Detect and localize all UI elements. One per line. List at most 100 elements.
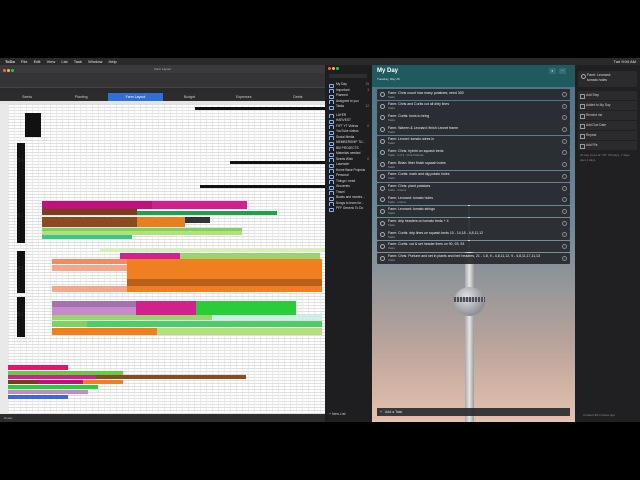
planting-block[interactable] [152, 201, 247, 209]
planting-block[interactable] [136, 301, 196, 315]
planting-block[interactable] [52, 321, 87, 327]
importance-star-icon[interactable] [562, 197, 567, 203]
importance-star-icon[interactable] [562, 255, 567, 261]
complete-checkbox[interactable] [380, 92, 385, 97]
task-item[interactable]: Farm: Curtis: mark and dig potato holes T… [377, 170, 570, 182]
task-item[interactable]: Farm: Curtis: tools to bring Tasks [377, 112, 570, 124]
minimize-window-button[interactable] [332, 67, 335, 70]
spreadsheet-ribbon[interactable] [0, 73, 325, 87]
planting-block[interactable] [137, 217, 185, 227]
complete-checkbox[interactable] [380, 162, 385, 168]
zoom-window-button[interactable] [11, 69, 14, 72]
importance-star-icon[interactable] [562, 127, 567, 133]
task-item[interactable]: Farm: Chris and Curtis cut all dirty lin… [377, 100, 570, 112]
planting-block[interactable] [42, 217, 137, 227]
task-item[interactable]: Farm: drip headers on tomato beds + 4 Tas… [377, 217, 570, 229]
task-item[interactable]: Farm: Brian: fiber finish squash holes Ta… [377, 159, 570, 171]
complete-checkbox[interactable] [380, 127, 385, 133]
menu-window[interactable]: Window [88, 58, 102, 65]
sheet-tab-debts[interactable]: Debts [271, 93, 325, 101]
planting-block[interactable] [127, 286, 322, 292]
menu-help[interactable]: Help [108, 58, 116, 65]
task-item[interactable]: Farm: Curtis: drip lines on squash beds … [377, 229, 570, 241]
planting-block[interactable] [196, 301, 296, 315]
task-item[interactable]: Farm: Curtis: cut & set header lines on … [377, 240, 570, 253]
task-detail-card[interactable]: Farm: Leonard: tomato holes [578, 71, 637, 87]
importance-star-icon[interactable] [562, 150, 567, 156]
detail-action[interactable]: Add File [578, 141, 637, 150]
importance-star-icon[interactable] [562, 138, 567, 144]
minimize-window-button[interactable] [7, 69, 10, 72]
complete-checkbox[interactable] [581, 74, 586, 79]
complete-checkbox[interactable] [380, 208, 385, 214]
detail-action[interactable]: Add Due Date [578, 121, 637, 130]
task-item[interactable]: Farm: Leonel: tomato wires in Tasks [377, 135, 570, 147]
planting-block[interactable] [100, 249, 325, 252]
spreadsheet-grid[interactable]: B4 B3 B2 B1 [0, 101, 325, 414]
planting-block[interactable] [185, 217, 210, 223]
planting-block[interactable] [212, 315, 322, 320]
planting-block[interactable] [52, 315, 212, 320]
complete-checkbox[interactable] [380, 103, 385, 109]
task-item[interactable]: Farm: Chris: hybrid on squash beds Tasks … [377, 147, 570, 159]
planting-block[interactable] [127, 279, 322, 286]
detail-action[interactable]: Remind me [578, 111, 637, 120]
importance-star-icon[interactable] [562, 243, 567, 249]
planting-block[interactable] [42, 235, 132, 239]
detail-action[interactable]: Added to My Day [578, 101, 637, 110]
menu-view[interactable]: View [47, 58, 56, 65]
task-item[interactable]: Farm: Warren & Leonard: finish Leonel fr… [377, 124, 570, 136]
importance-star-icon[interactable] [562, 162, 567, 168]
sheet-tab-budget[interactable]: Budget [163, 93, 217, 101]
complete-checkbox[interactable] [380, 138, 385, 144]
importance-star-icon[interactable] [562, 115, 567, 121]
importance-star-icon[interactable] [562, 185, 567, 191]
menu-edit[interactable]: Edit [34, 58, 41, 65]
detail-action[interactable]: Add Step [578, 91, 637, 100]
add-task-input[interactable]: + Add a Task [377, 408, 570, 416]
close-window-button[interactable] [328, 67, 331, 70]
planting-block[interactable] [42, 201, 152, 209]
app-menu[interactable]: ToDo [5, 58, 15, 65]
complete-checkbox[interactable] [380, 243, 385, 249]
planting-block[interactable] [137, 211, 277, 215]
complete-checkbox[interactable] [380, 232, 385, 238]
planting-block[interactable] [127, 259, 322, 279]
task-item[interactable]: Farm: Chris: Purlune and set in plants a… [377, 252, 570, 264]
importance-star-icon[interactable] [562, 92, 567, 97]
search-input[interactable] [329, 74, 367, 78]
importance-star-icon[interactable] [562, 232, 567, 238]
more-options-icon[interactable]: ⋯ [559, 68, 566, 74]
zoom-window-button[interactable] [336, 67, 339, 70]
planting-block[interactable] [52, 307, 136, 315]
task-detail-title[interactable]: Farm: Leonard: [587, 73, 611, 77]
importance-star-icon[interactable] [562, 208, 567, 214]
importance-star-icon[interactable] [562, 220, 567, 226]
complete-checkbox[interactable] [380, 115, 385, 121]
task-note[interactable]: 20 day cross at *18* 7/8 days, 7 days pl… [580, 153, 634, 162]
complete-checkbox[interactable] [380, 150, 385, 156]
planting-block[interactable] [87, 321, 322, 327]
suggestions-icon[interactable]: ◐ [549, 68, 556, 74]
planting-block[interactable] [52, 259, 127, 264]
menu-task[interactable]: Task [74, 58, 82, 65]
sheet-tab-seeds[interactable]: Seeds [0, 93, 54, 101]
task-item[interactable]: Farm: Chris count how many potatoes; nee… [377, 89, 570, 101]
planting-block[interactable] [52, 286, 127, 292]
complete-checkbox[interactable] [380, 197, 385, 203]
task-item[interactable]: Farm: Chris: plant potatoes Tasks · 4 ite… [377, 182, 570, 194]
new-list-button[interactable]: + New List [329, 412, 345, 416]
planting-block[interactable] [157, 328, 322, 335]
complete-checkbox[interactable] [380, 255, 385, 261]
complete-checkbox[interactable] [380, 185, 385, 191]
planting-block[interactable] [42, 209, 137, 215]
sheet-tab-expenses[interactable]: Expenses [217, 93, 271, 101]
sidebar-item[interactable]: PFF Generic To Do [325, 206, 372, 212]
importance-star-icon[interactable] [562, 173, 567, 179]
planting-block[interactable] [52, 265, 127, 271]
planting-block[interactable] [52, 328, 157, 335]
task-item[interactable]: Farm: Leonard: tomato strings Tasks [377, 205, 570, 218]
complete-checkbox[interactable] [380, 173, 385, 179]
menu-list[interactable]: List [61, 58, 67, 65]
task-detail-subtitle[interactable]: tomato holes [587, 78, 607, 82]
